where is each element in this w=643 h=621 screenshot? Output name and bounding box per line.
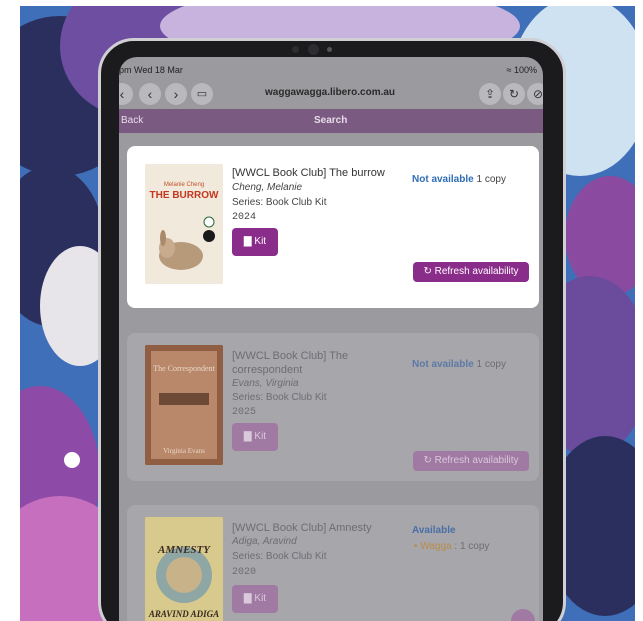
result-author: Adiga, Aravind <box>232 536 297 547</box>
result-card[interactable]: Melanie Cheng THE BURROW [WWCL Book Club… <box>127 146 539 308</box>
refresh-button-label: Refresh availability <box>434 266 519 277</box>
result-card[interactable]: The Correspondent Virginia Evans [WWCL B… <box>127 333 539 481</box>
compass-icon[interactable]: ⊘ <box>527 83 543 105</box>
front-camera <box>280 44 346 56</box>
availability-status: Not available 1 copy <box>412 359 506 370</box>
tabs-icon[interactable]: ▭ <box>191 83 213 105</box>
cover-author: Melanie Cheng <box>164 182 204 188</box>
cover-title: The Correspondent <box>153 364 215 373</box>
status-time: pm Wed 18 Mar <box>119 65 183 75</box>
result-year: 2020 <box>232 567 257 578</box>
result-title[interactable]: [WWCL Book Club] Amnesty <box>232 521 392 535</box>
cover-author: Virginia Evans <box>163 447 205 455</box>
kit-button-label: Kit <box>254 236 267 247</box>
search-results: Melanie Cheng THE BURROW [WWCL Book Club… <box>119 133 543 621</box>
copy-count: 1 copy <box>476 359 506 370</box>
branch-copy-count: : 1 copy <box>454 541 490 552</box>
result-year: 2025 <box>232 407 257 418</box>
kit-button-label: Kit <box>254 431 267 442</box>
document-icon: ▇ <box>243 431 252 442</box>
result-series: Series: Book Club Kit <box>232 197 327 208</box>
refresh-availability-button[interactable]: ↻ Refresh availability <box>413 262 529 282</box>
result-series: Series: Book Club Kit <box>232 551 327 562</box>
copy-count: 1 copy <box>476 174 506 185</box>
chevron-right-icon[interactable]: › <box>165 83 187 105</box>
refresh-icon: ↻ <box>423 455 432 466</box>
kit-format-button[interactable]: ▇ Kit <box>232 585 278 613</box>
result-title[interactable]: [WWCL Book Club] The burrow <box>232 166 392 180</box>
document-icon: ▇ <box>243 236 252 247</box>
cover-author: ARAVIND ADIGA <box>148 609 219 619</box>
page-title: Search <box>314 115 348 126</box>
book-cover[interactable]: The Correspondent Virginia Evans <box>145 345 223 465</box>
cover-title: THE BURROW <box>150 190 219 201</box>
reload-icon[interactable]: ↻ <box>503 83 525 105</box>
result-author: Cheng, Melanie <box>232 182 303 193</box>
availability-label: Available <box>412 525 456 536</box>
status-bar: pm Wed 18 Mar ≈ 100% <box>119 57 543 79</box>
battery-indicator: ≈ 100% <box>506 65 537 75</box>
availability-label: Not available <box>412 359 474 370</box>
browser-toolbar: ‹ ‹ › ▭ waggawagga.libero.com.au ⇪ ↻ ⊘ <box>119 79 543 109</box>
result-card[interactable]: AMNESTY ARAVIND ADIGA [WWCL Book Club] A… <box>127 505 539 621</box>
book-cover[interactable]: AMNESTY ARAVIND ADIGA <box>145 517 223 621</box>
back-button[interactable]: Back <box>121 115 143 126</box>
refresh-availability-button[interactable]: ↻ Refresh availability <box>413 451 529 471</box>
refresh-button-label: Refresh availability <box>434 455 519 466</box>
availability-status: Available <box>412 525 456 536</box>
tablet-screen: pm Wed 18 Mar ≈ 100% ‹ ‹ › ▭ waggawagga.… <box>119 57 543 621</box>
result-title[interactable]: [WWCL Book Club] The correspondent <box>232 349 392 377</box>
kit-button-label: Kit <box>254 593 267 604</box>
chevron-left-icon[interactable]: ‹ <box>139 83 161 105</box>
book-cover[interactable]: Melanie Cheng THE BURROW <box>145 164 223 284</box>
branch-name[interactable]: Wagga <box>420 541 451 552</box>
availability-status: Not available 1 copy <box>412 174 506 185</box>
bullet-icon: • <box>414 541 418 552</box>
result-series: Series: Book Club Kit <box>232 392 327 403</box>
share-icon[interactable]: ⇪ <box>479 83 501 105</box>
address-bar-url[interactable]: waggawagga.libero.com.au <box>265 87 395 98</box>
result-author: Evans, Virginia <box>232 378 299 389</box>
kit-format-button[interactable]: ▇ Kit <box>232 228 278 256</box>
cover-title: AMNESTY <box>157 544 211 556</box>
refresh-icon: ↻ <box>423 266 432 277</box>
kit-format-button[interactable]: ▇ Kit <box>232 423 278 451</box>
sidebar-back-icon[interactable]: ‹ <box>119 83 133 105</box>
branch-availability: • Wagga : 1 copy <box>414 541 489 552</box>
document-icon: ▇ <box>243 593 252 604</box>
app-header: Back Search <box>119 109 543 133</box>
availability-label: Not available <box>412 174 474 185</box>
result-year: 2024 <box>232 212 257 223</box>
